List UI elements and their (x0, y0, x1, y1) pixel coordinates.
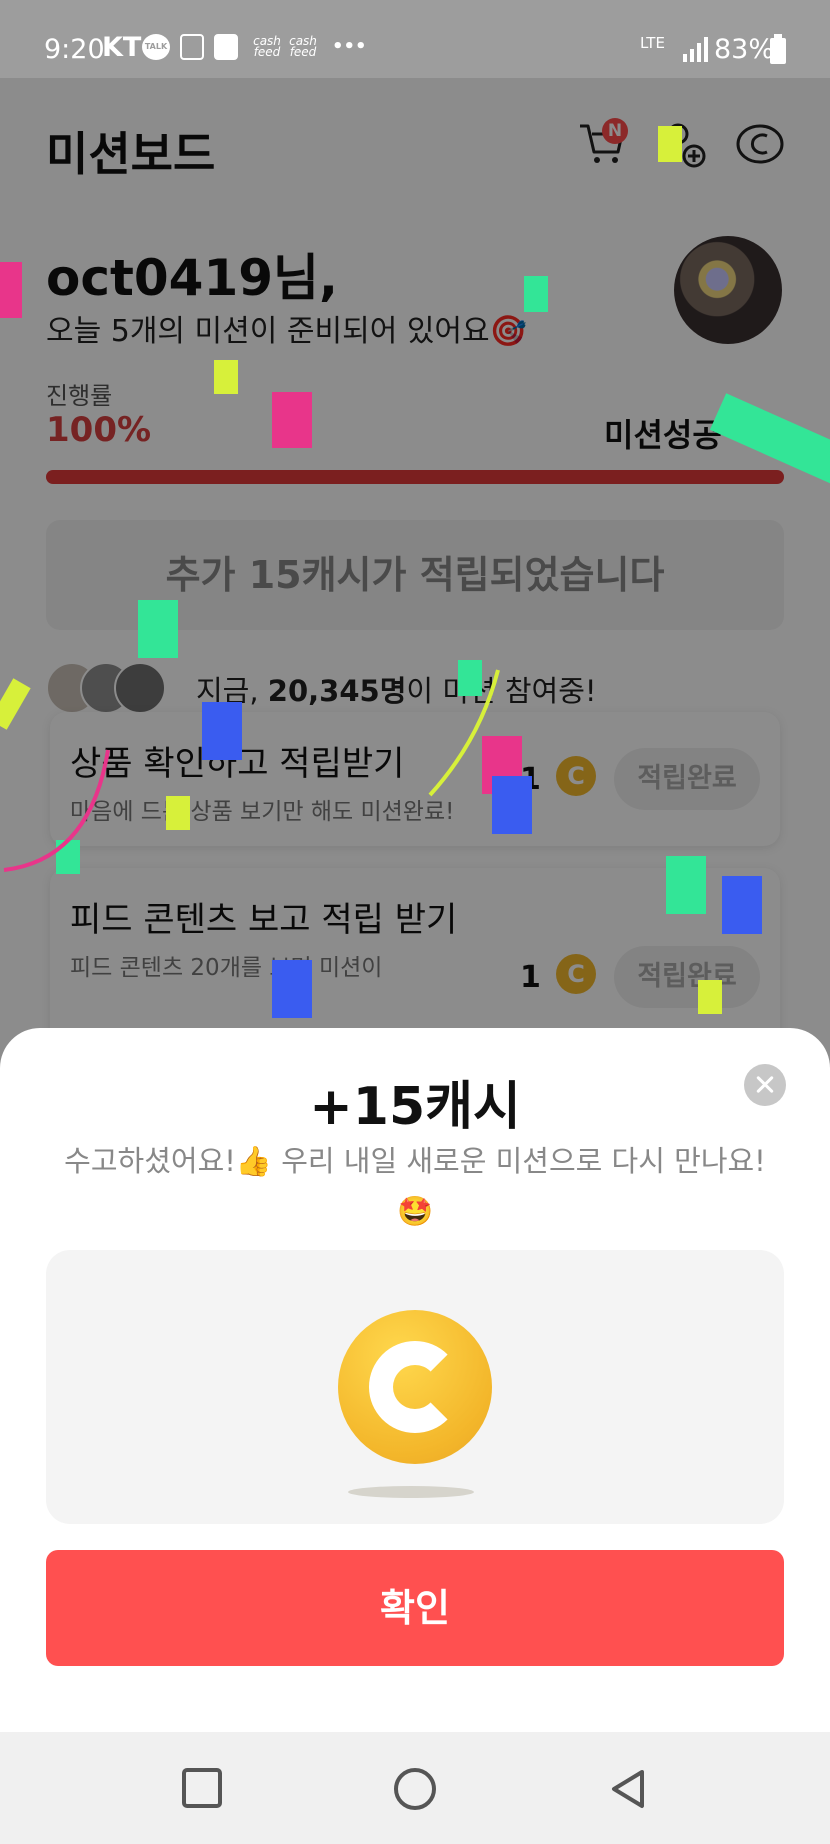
battery-percent: 83% (714, 34, 775, 65)
circle-icon[interactable] (394, 1768, 436, 1810)
coin-c-mark (369, 1341, 461, 1433)
cash-coin-icon[interactable] (734, 118, 786, 170)
status-carrier: KT (102, 32, 142, 63)
target-icon: 🎯 (489, 314, 527, 349)
cash-coin-icon (338, 1310, 492, 1464)
confetti-piece (0, 262, 22, 318)
talk-icon: TALK (142, 34, 170, 60)
confetti-piece (138, 600, 178, 658)
greeting-message: 오늘 5개의 미션이 준비되어 있어요🎯 (46, 314, 527, 349)
battery-icon (770, 34, 786, 64)
reward-message: 수고하셨어요!👍 우리 내일 새로운 미션으로 다시 만나요! 🤩 (64, 1144, 766, 1228)
coin-illustration-panel (46, 1250, 784, 1524)
mission-title: 피드 콘텐츠 보고 적립 받기 (70, 900, 458, 940)
confetti-piece (698, 980, 722, 1014)
confetti-piece (272, 960, 312, 1018)
mission-reward: 1 (520, 960, 541, 995)
status-time: 9:20 (44, 34, 105, 65)
cashfeed-icon: cash feed (289, 34, 317, 59)
confetti-streamer (3, 669, 500, 872)
confetti-piece (214, 360, 238, 394)
lte-icon: LTE (640, 34, 665, 52)
coin-shadow (348, 1486, 474, 1498)
close-icon[interactable] (744, 1064, 786, 1106)
confetti-piece (722, 876, 762, 934)
cash-coin-icon: C (556, 756, 596, 796)
user-greeting: oct0419님, (46, 249, 339, 307)
confetti-piece (658, 126, 682, 162)
contact-icon (214, 34, 238, 60)
progress-fill (46, 470, 784, 484)
claim-complete-button[interactable]: 적립완료 (614, 748, 760, 810)
mission-subtitle: 피드 콘텐츠 20개를 보면 미션이 (70, 955, 383, 981)
claim-complete-button[interactable]: 적립완료 (614, 946, 760, 1008)
more-notifications-icon: ••• (332, 36, 367, 57)
cart-new-badge: N (602, 118, 628, 144)
system-nav-bar (0, 1732, 830, 1844)
gallery-icon (180, 34, 204, 60)
confetti-piece (666, 856, 706, 914)
square-icon[interactable] (182, 1768, 222, 1808)
page-title: 미션보드 (46, 127, 216, 181)
progress-bar (46, 470, 784, 484)
status-bar: 9:20 KT TALK cash feed cash feed ••• LTE… (0, 0, 830, 78)
avatar[interactable] (674, 236, 782, 344)
triangle-back-icon[interactable] (606, 1766, 652, 1812)
confetti-piece (272, 392, 312, 448)
signal-icon (683, 37, 708, 62)
confetti-piece (524, 276, 548, 312)
mission-success-label: 미션성공 (604, 416, 722, 454)
progress-value: 100% (46, 410, 152, 450)
cash-coin-icon: C (556, 954, 596, 994)
confirm-button[interactable]: 확인 (46, 1550, 784, 1666)
reward-bottom-sheet: +15캐시 수고하셨어요!👍 우리 내일 새로운 미션으로 다시 만나요! 🤩 … (0, 1028, 830, 1732)
reward-title: +15캐시 (309, 1077, 521, 1137)
cashfeed-icon: cash feed (253, 34, 281, 59)
progress-label: 진행률 (46, 382, 113, 410)
